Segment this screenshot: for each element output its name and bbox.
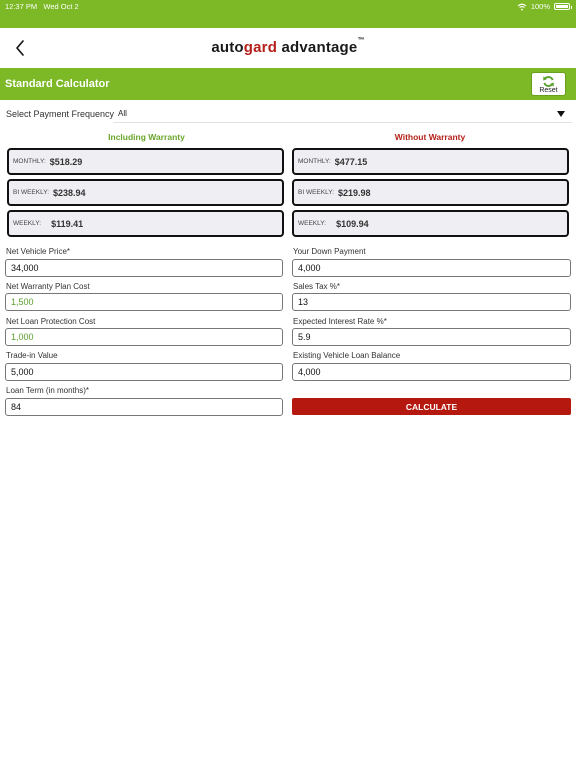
warranty-cost-input[interactable] — [5, 293, 283, 311]
sales-tax-input[interactable] — [292, 293, 571, 311]
status-time: 12:37 PM Wed Oct 2 — [5, 2, 79, 11]
nav-bar: autogard advantage™ — [0, 28, 576, 68]
down-payment-label: Your Down Payment — [293, 247, 366, 256]
incl-monthly-box: MONTHLY: $518.29 — [7, 148, 284, 175]
excl-biweekly-box: BI WEEKLY: $219.98 — [292, 179, 569, 206]
excl-weekly-value: $109.94 — [336, 218, 369, 229]
title-bar: Standard Calculator Reset — [0, 68, 576, 100]
existing-loan-label: Existing Vehicle Loan Balance — [293, 351, 401, 360]
sales-tax-label: Sales Tax %* — [293, 282, 340, 291]
trade-in-label: Trade-in Value — [6, 351, 58, 360]
frequency-select[interactable]: All — [113, 106, 572, 123]
battery-icon — [554, 3, 572, 10]
page-title: Standard Calculator — [5, 78, 110, 90]
excl-monthly-box: MONTHLY: $477.15 — [292, 148, 569, 175]
excl-weekly-box: WEEKLY: $109.94 — [292, 210, 569, 237]
warranty-cost-label: Net Warranty Plan Cost — [6, 282, 90, 291]
monthly-key: MONTHLY: — [298, 158, 331, 165]
incl-weekly-box: WEEKLY: $119.41 — [7, 210, 284, 237]
reset-button[interactable]: Reset — [531, 72, 566, 96]
weekly-key: WEEKLY: — [298, 220, 327, 227]
incl-monthly-value: $518.29 — [49, 156, 83, 167]
biweekly-key: BI WEEKLY: — [298, 189, 335, 196]
vehicle-price-input[interactable] — [5, 259, 283, 277]
status-bar: 12:37 PM Wed Oct 2 100% — [0, 0, 576, 28]
status-right: 100% — [517, 2, 572, 11]
frequency-label: Select Payment Frequency — [6, 109, 115, 119]
autogard-logo: autogard advantage™ — [211, 37, 365, 56]
loan-term-label: Loan Term (in months)* — [6, 386, 89, 395]
wifi-icon — [517, 3, 527, 10]
calculate-button[interactable]: CALCULATE — [292, 398, 571, 415]
loan-protection-label: Net Loan Protection Cost — [6, 317, 96, 326]
incl-biweekly-box: BI WEEKLY: $238.94 — [7, 179, 284, 206]
without-warranty-heading: Without Warranty — [394, 132, 466, 142]
interest-rate-input[interactable] — [292, 328, 571, 346]
excl-biweekly-value: $219.98 — [338, 187, 371, 198]
frequency-row: Select Payment Frequency All — [0, 104, 576, 124]
interest-rate-label: Expected Interest Rate %* — [293, 317, 387, 326]
trade-in-input[interactable] — [5, 363, 283, 381]
vehicle-price-label: Net Vehicle Price* — [6, 247, 71, 256]
loan-protection-input[interactable] — [5, 328, 283, 346]
frequency-value: All — [118, 109, 127, 118]
incl-weekly-value: $119.41 — [51, 218, 84, 229]
excl-monthly-value: $477.15 — [334, 156, 368, 167]
loan-term-input[interactable] — [5, 398, 283, 416]
including-warranty-heading: Including Warranty — [108, 132, 185, 142]
reset-label: Reset — [539, 86, 558, 94]
monthly-key: MONTHLY: — [13, 158, 46, 165]
down-payment-input[interactable] — [292, 259, 571, 277]
caret-down-icon — [557, 111, 565, 117]
biweekly-key: BI WEEKLY: — [13, 189, 50, 196]
incl-biweekly-value: $238.94 — [53, 187, 86, 198]
existing-loan-input[interactable] — [292, 363, 571, 381]
weekly-key: WEEKLY: — [13, 220, 42, 227]
battery-percent: 100% — [530, 2, 550, 11]
